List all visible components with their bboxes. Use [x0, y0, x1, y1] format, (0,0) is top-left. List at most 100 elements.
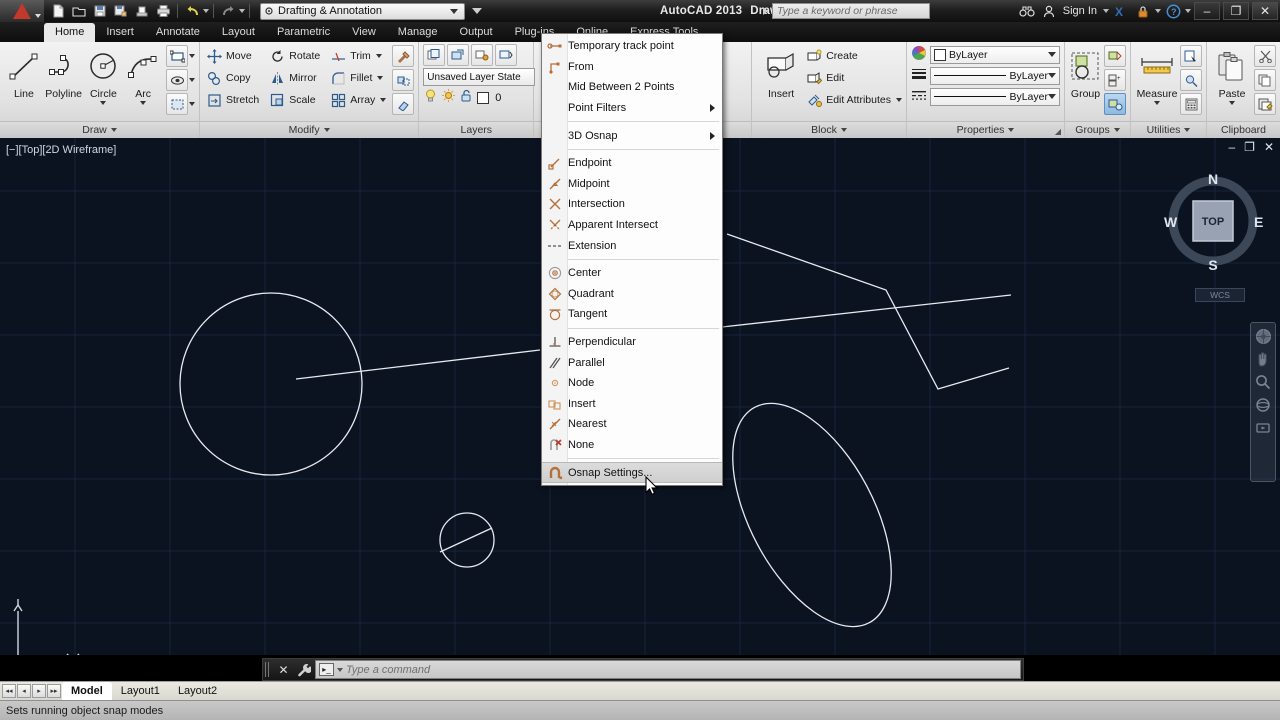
layout-tab-layout1[interactable]: Layout1: [112, 682, 169, 701]
paste-special-button[interactable]: [1254, 93, 1276, 115]
lightbulb-on-icon[interactable]: [423, 88, 438, 108]
open-icon[interactable]: [69, 1, 89, 21]
chevron-down-icon[interactable]: [1229, 101, 1235, 105]
first-layout-button[interactable]: ◂◂: [2, 684, 16, 698]
pan-hand-icon[interactable]: [1253, 349, 1273, 369]
binoculars-icon[interactable]: [1017, 1, 1037, 21]
modify-rotate-button[interactable]: Rotate: [269, 45, 320, 67]
quick-calculator-button[interactable]: [1180, 93, 1202, 115]
menu-item-mid-between-2-points[interactable]: Mid Between 2 Points: [542, 77, 722, 98]
draw-hatch-button[interactable]: [166, 69, 188, 91]
tab-output[interactable]: Output: [449, 23, 504, 42]
menu-item-center[interactable]: Center: [542, 263, 722, 284]
menu-item-midpoint[interactable]: Midpoint: [542, 174, 722, 195]
panel-title-block[interactable]: Block: [752, 121, 906, 138]
undo-dropdown-icon[interactable]: [203, 9, 209, 13]
panel-title-clipboard[interactable]: Clipboard: [1207, 121, 1280, 138]
chevron-down-icon[interactable]: [189, 54, 195, 58]
menu-item-extension[interactable]: Extension: [542, 235, 722, 256]
layer-match-button[interactable]: [471, 44, 493, 66]
layer-make-current-button[interactable]: [447, 44, 469, 66]
chevron-down-icon[interactable]: [337, 668, 343, 672]
layer-color-swatch[interactable]: [477, 92, 489, 104]
command-line-grip[interactable]: [265, 662, 270, 677]
steering-wheel-icon[interactable]: [1253, 326, 1273, 346]
menu-item-quadrant[interactable]: Quadrant: [542, 284, 722, 305]
help-icon[interactable]: ?: [1163, 1, 1183, 21]
menu-item-parallel[interactable]: Parallel: [542, 352, 722, 373]
chevron-down-icon[interactable]: [189, 102, 195, 106]
save-icon[interactable]: [90, 1, 110, 21]
padlock-icon[interactable]: [1133, 1, 1153, 21]
draw-rectangle-button[interactable]: [166, 45, 188, 67]
panel-title-modify[interactable]: Modify: [200, 121, 418, 138]
panel-title-draw[interactable]: Draw: [0, 121, 199, 138]
osnap-context-menu[interactable]: Temporary track point From Mid Between 2…: [541, 33, 723, 486]
save-as-icon[interactable]: [111, 1, 131, 21]
viewport-minimize-button[interactable]: –: [1228, 140, 1235, 154]
block-edit-attributes-button[interactable]: Edit Attributes: [806, 89, 902, 111]
block-edit-button[interactable]: Edit: [806, 67, 902, 89]
sign-in-label[interactable]: Sign In: [1063, 5, 1097, 17]
draw-arc-button[interactable]: Arc: [123, 45, 163, 105]
chevron-down-icon[interactable]: [140, 101, 146, 105]
unlock-icon[interactable]: [459, 88, 474, 108]
modify-array-button[interactable]: Array: [330, 89, 386, 111]
zoom-extents-icon[interactable]: [1253, 372, 1273, 392]
last-layout-button[interactable]: ▸▸: [47, 684, 61, 698]
chevron-down-icon[interactable]: [376, 54, 382, 58]
modify-mirror-button[interactable]: Mirror: [269, 67, 320, 89]
layout-tab-model[interactable]: Model: [62, 682, 112, 701]
chevron-right-icon[interactable]: [763, 7, 768, 15]
modify-scale-button[interactable]: Scale: [269, 89, 320, 111]
command-prompt-icon[interactable]: ▸_: [319, 663, 334, 676]
menu-item-3d-osnap[interactable]: 3D Osnap: [542, 125, 722, 146]
menu-item-point-filters[interactable]: Point Filters: [542, 98, 722, 119]
undo-icon[interactable]: [182, 1, 202, 21]
layer-state-combo[interactable]: Unsaved Layer State: [423, 68, 535, 86]
menu-item-nearest[interactable]: Nearest: [542, 414, 722, 435]
window-close-button[interactable]: ✕: [1252, 2, 1278, 20]
group-edit-button[interactable]: +: [1104, 69, 1126, 91]
workspace-selector[interactable]: Drafting & Annotation: [260, 3, 465, 20]
tab-manage[interactable]: Manage: [387, 23, 449, 42]
command-line[interactable]: ✕ ▸_ Type a command: [262, 658, 1024, 681]
draw-circle-button[interactable]: Circle: [84, 45, 124, 105]
chevron-down-icon[interactable]: [1154, 101, 1160, 105]
ungroup-button[interactable]: [1104, 45, 1126, 67]
plot-icon[interactable]: [153, 1, 173, 21]
draw-line-button[interactable]: Line: [4, 45, 44, 100]
menu-item-perpendicular[interactable]: Perpendicular: [542, 332, 722, 353]
navigation-bar[interactable]: [1250, 322, 1276, 482]
block-insert-button[interactable]: Insert: [762, 45, 800, 100]
next-layout-button[interactable]: ▸: [32, 684, 46, 698]
previous-layout-button[interactable]: ◂: [17, 684, 31, 698]
viewport-restore-button[interactable]: ❐: [1244, 140, 1255, 154]
chevron-down-icon[interactable]: [100, 101, 106, 105]
tab-parametric[interactable]: Parametric: [266, 23, 341, 42]
wrench-icon[interactable]: [295, 661, 312, 678]
layout-tab-layout2[interactable]: Layout2: [169, 682, 226, 701]
group-button[interactable]: Group: [1068, 45, 1103, 100]
layer-previous-button[interactable]: [495, 44, 517, 66]
lineweight-combo[interactable]: ByLayer: [930, 67, 1060, 85]
chevron-down-icon[interactable]: [1048, 73, 1056, 78]
chevron-down-icon[interactable]: [189, 78, 195, 82]
copy-clip-button[interactable]: [1254, 69, 1276, 91]
find-button[interactable]: [1180, 69, 1202, 91]
draw-region-button[interactable]: [166, 93, 188, 115]
chevron-down-icon[interactable]: [1103, 9, 1109, 13]
view-cube[interactable]: TOP N S W E: [1158, 166, 1268, 276]
modify-copy-button[interactable]: Copy: [206, 67, 259, 89]
redo-icon[interactable]: [218, 1, 238, 21]
menu-item-apparent-intersect[interactable]: Apparent Intersect: [542, 215, 722, 236]
modify-match-properties-button[interactable]: [392, 45, 414, 67]
menu-item-node[interactable]: Node: [542, 373, 722, 394]
autodesk-exchange-icon[interactable]: X: [1111, 1, 1131, 21]
quick-select-button[interactable]: [1180, 45, 1202, 67]
tab-view[interactable]: View: [341, 23, 387, 42]
menu-item-osnap-settings[interactable]: Osnap Settings...: [542, 462, 722, 483]
menu-item-insert-osnap[interactable]: Insert: [542, 394, 722, 415]
command-input[interactable]: ▸_ Type a command: [315, 660, 1021, 679]
dialog-launcher-icon[interactable]: ◢: [1055, 127, 1061, 136]
